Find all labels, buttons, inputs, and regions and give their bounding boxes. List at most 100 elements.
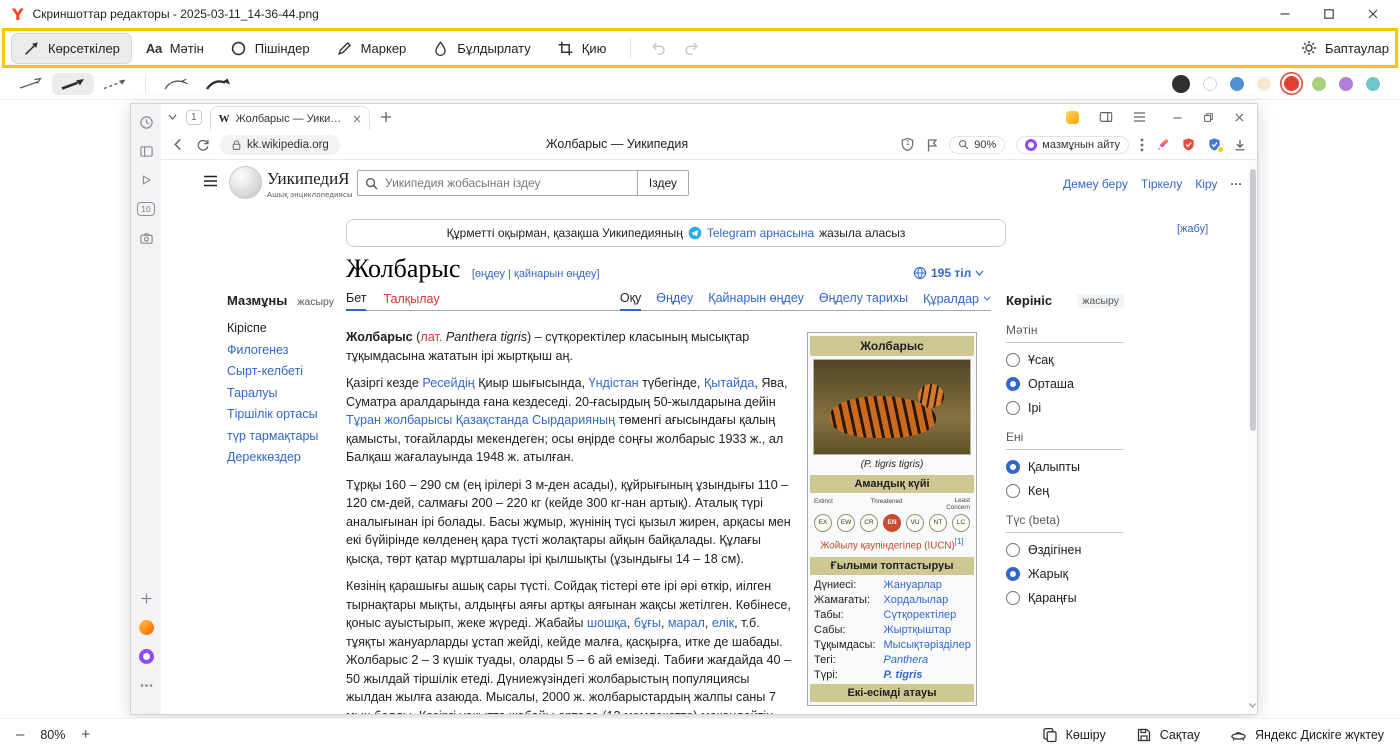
history-icon[interactable]: [138, 114, 154, 130]
title-edit-links[interactable]: [өңдеу | қайнарын өңдеу]: [472, 268, 600, 280]
donate-link[interactable]: Демеу беру: [1063, 177, 1128, 191]
settings-button[interactable]: Баптаулар: [1301, 40, 1389, 56]
article-link[interactable]: Ресейдің: [422, 376, 474, 390]
taxon-link[interactable]: Мысықтәрізділер: [884, 639, 971, 651]
copy-button[interactable]: Көшіру: [1042, 726, 1106, 743]
search-input[interactable]: [378, 176, 637, 190]
arrow-style-straight-button[interactable]: [10, 73, 52, 95]
tab-group-counter[interactable]: 1: [186, 110, 202, 125]
color-swatch-blue[interactable]: [1230, 77, 1244, 91]
taxon-link[interactable]: Panthera: [884, 654, 929, 666]
tool-blur-button[interactable]: Бұлдырлату: [420, 33, 542, 64]
tab-list-chevron-icon[interactable]: [167, 113, 178, 121]
scrollbar-down-arrow[interactable]: [1248, 703, 1257, 708]
wikipedia-wordmark[interactable]: УикипедиЯ Ашық энциклопедиясы: [267, 169, 353, 199]
tab-read[interactable]: Оқу: [620, 291, 641, 311]
tab-close-icon[interactable]: [353, 115, 361, 123]
color-swatch-cyan[interactable]: [1366, 77, 1380, 91]
panels-icon[interactable]: [138, 143, 154, 159]
arrow-style-curved-bold-button[interactable]: [197, 73, 239, 95]
search-submit-button[interactable]: Іздеу: [637, 171, 688, 195]
screenshot-camera-icon[interactable]: [138, 230, 154, 246]
tab-edit[interactable]: Өңдеу: [656, 291, 693, 310]
browser-restore-button[interactable]: [1203, 112, 1214, 123]
kebab-menu-icon[interactable]: [1140, 138, 1144, 152]
toc-item-references[interactable]: Дереккөздер: [227, 450, 343, 464]
color-swatch-dark[interactable]: [1172, 75, 1190, 93]
tableau-counter-icon[interactable]: 10: [138, 201, 154, 217]
color-swatch-green[interactable]: [1312, 77, 1326, 91]
tab-tools[interactable]: Құралдар: [923, 291, 991, 310]
appearance-hide-button[interactable]: жасыру: [1077, 294, 1124, 308]
wiki-menu-icon[interactable]: [203, 175, 218, 187]
save-button[interactable]: Сақтау: [1136, 726, 1200, 743]
side-panel-icon[interactable]: [1099, 111, 1113, 123]
tab-history[interactable]: Өңделу тарихы: [819, 291, 908, 310]
wikipedia-logo[interactable]: [229, 166, 262, 199]
radio-color-dark[interactable]: Қараңғы: [1006, 591, 1124, 605]
toc-item-appearance[interactable]: Сырт-келбеті: [227, 364, 343, 378]
language-selector[interactable]: 195 тіл: [913, 266, 984, 280]
browser-menu-icon[interactable]: [1133, 112, 1146, 122]
page-title-omnibox[interactable]: Жолбарыс — Уикипедия: [546, 137, 688, 151]
color-swatch-purple[interactable]: [1339, 77, 1353, 91]
adblock-shield-icon[interactable]: [1181, 137, 1196, 152]
taxon-link[interactable]: Жануарлар: [884, 579, 942, 591]
redo-button[interactable]: [676, 36, 707, 61]
new-tab-button[interactable]: [380, 111, 392, 123]
zoom-pill[interactable]: 90%: [949, 136, 1005, 154]
tab-edit-source[interactable]: Қайнарын өңдеу: [708, 291, 804, 310]
article-link[interactable]: Қытайда: [704, 376, 754, 390]
tool-text-button[interactable]: Аа Мәтін: [134, 34, 216, 63]
radio-width-wide[interactable]: Кең: [1006, 484, 1124, 498]
arrow-style-curved-button[interactable]: [155, 73, 197, 95]
tool-crop-button[interactable]: Қию: [545, 33, 619, 64]
scrollbar-thumb[interactable]: [1250, 169, 1256, 431]
toc-item-subspecies[interactable]: түр тармақтары: [227, 429, 343, 443]
article-link[interactable]: марал: [668, 616, 705, 630]
article-link[interactable]: лат.: [420, 330, 442, 344]
bookmark-flag-icon[interactable]: [926, 138, 938, 152]
page-scrollbar[interactable]: [1248, 160, 1257, 714]
toc-item-intro[interactable]: Кіріспе: [227, 321, 343, 335]
article-link[interactable]: Тұран жолбарысы: [346, 413, 452, 427]
close-button[interactable]: [1366, 7, 1380, 21]
undo-button[interactable]: [643, 36, 674, 61]
radio-color-light[interactable]: Жарық: [1006, 567, 1124, 581]
zoom-in-button[interactable]: +: [81, 727, 90, 742]
radio-color-auto[interactable]: Өздігінен: [1006, 543, 1124, 557]
alice-icon[interactable]: [138, 648, 154, 664]
tool-marker-button[interactable]: Маркер: [324, 33, 419, 64]
radio-text-medium[interactable]: Орташа: [1006, 377, 1124, 391]
color-swatch-cream[interactable]: [1257, 77, 1271, 91]
minimize-button[interactable]: [1278, 7, 1292, 21]
tab-talk[interactable]: Талқылау: [383, 292, 439, 310]
yandex-services-icon[interactable]: [138, 619, 154, 635]
arrow-style-dashed-button[interactable]: [94, 73, 136, 95]
arrow-style-bold-button[interactable]: [52, 73, 94, 95]
play-icon[interactable]: [138, 172, 154, 188]
maximize-button[interactable]: [1322, 7, 1336, 21]
login-link[interactable]: Кіру: [1195, 177, 1217, 191]
tool-arrows-button[interactable]: Көрсеткілер: [11, 33, 132, 64]
browser-minimize-button[interactable]: [1172, 112, 1183, 123]
status-link[interactable]: Жойылу қаупіндегілер: [820, 540, 921, 551]
read-aloud-pill[interactable]: мазмұнын айту: [1016, 136, 1129, 154]
article-link[interactable]: Сырдарияның: [532, 413, 615, 427]
protect-shield-icon[interactable]: [1207, 137, 1222, 152]
article-link[interactable]: елік: [712, 616, 734, 630]
color-swatch-red-selected[interactable]: [1284, 76, 1299, 91]
tool-shapes-button[interactable]: Пішіндер: [218, 33, 322, 64]
radio-text-small[interactable]: Ұсақ: [1006, 353, 1124, 367]
telegram-link[interactable]: Telegram арнасына: [707, 226, 814, 240]
register-link[interactable]: Тіркелу: [1141, 177, 1182, 191]
article-link[interactable]: бұғы: [634, 616, 661, 630]
browser-tab-active[interactable]: W Жолбарыс — Уикипед...: [210, 106, 370, 130]
tiger-image[interactable]: [813, 359, 971, 455]
radio-text-large[interactable]: Ірі: [1006, 401, 1124, 415]
article-link[interactable]: Қазақстанда: [456, 413, 529, 427]
banner-close-link[interactable]: [жабу]: [1177, 223, 1208, 235]
more-options-icon[interactable]: [138, 677, 154, 693]
article-link[interactable]: Үндістан: [589, 376, 639, 390]
toc-hide-button[interactable]: жасыру: [297, 296, 334, 308]
